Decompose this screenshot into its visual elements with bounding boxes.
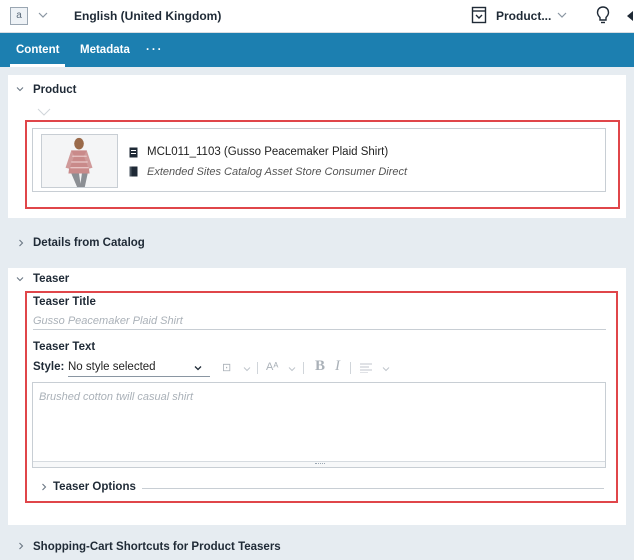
language-flag-icon[interactable]: a — [10, 7, 28, 25]
style-select-underline — [68, 376, 210, 377]
chevron-down-icon[interactable] — [243, 365, 251, 373]
teaser-title-underline — [33, 329, 606, 330]
details-panel: Details from Catalog — [8, 226, 626, 260]
teaser-title-input[interactable]: Gusso Peacemaker Plaid Shirt — [33, 315, 183, 327]
lightbulb-icon[interactable] — [595, 5, 611, 25]
chevron-down-icon — [16, 277, 24, 282]
details-section-title: Details from Catalog — [33, 237, 145, 249]
details-panel-header[interactable]: Details from Catalog — [8, 226, 626, 252]
product-doc-icon[interactable] — [471, 6, 487, 24]
product-name: MCL011_1103 (Gusso Peacemaker Plaid Shir… — [147, 146, 389, 158]
shortcuts-section-title: Shopping-Cart Shortcuts for Product Teas… — [33, 541, 281, 553]
product-document-icon — [129, 147, 138, 158]
chevron-right-icon[interactable] — [40, 483, 48, 491]
shortcuts-panel-header[interactable]: Shopping-Cart Shortcuts for Product Teas… — [8, 532, 626, 558]
chevron-down-icon[interactable] — [194, 364, 202, 372]
style-label: Style: — [33, 361, 65, 373]
shirt-model-image — [42, 135, 117, 187]
chevron-down-icon[interactable] — [382, 365, 390, 373]
teaser-text-editor[interactable]: Brushed cotton twill casual shirt — [32, 382, 606, 468]
toolbar-separator — [303, 362, 304, 374]
chevron-right-icon — [19, 542, 24, 550]
product-section-title: Product — [33, 84, 77, 96]
italic-icon[interactable]: I — [335, 358, 340, 375]
chevron-down-icon — [16, 87, 24, 92]
tab-metadata[interactable]: Metadata — [80, 33, 130, 67]
teaser-options-toggle[interactable]: Teaser Options — [53, 481, 136, 493]
font-size-icon[interactable]: Aᴬ — [266, 361, 278, 373]
chevron-down-icon[interactable] — [557, 10, 567, 20]
chevron-down-icon[interactable] — [288, 365, 296, 373]
teaser-section-title: Teaser — [33, 273, 70, 285]
caret-left-icon[interactable] — [625, 10, 634, 22]
style-select[interactable]: No style selected — [68, 361, 156, 373]
linked-product-card[interactable]: MCL011_1103 (Gusso Peacemaker Plaid Shir… — [32, 128, 606, 192]
top-toolbar: a English (United Kingdom) Product... — [0, 0, 634, 33]
shortcuts-panel: Shopping-Cart Shortcuts for Product Teas… — [8, 532, 626, 560]
teaser-text-content[interactable]: Brushed cotton twill casual shirt — [39, 391, 193, 403]
insert-box-icon[interactable]: ⊡ — [222, 361, 231, 374]
editor-resize-handle[interactable] — [33, 461, 605, 467]
language-label[interactable]: English (United Kingdom) — [74, 9, 221, 23]
chevron-right-icon — [19, 239, 24, 247]
teaser-text-label: Teaser Text — [33, 341, 96, 353]
tab-bar: Content Metadata ··· — [0, 33, 634, 67]
tab-more-button[interactable]: ··· — [146, 33, 164, 67]
teaser-title-label: Teaser Title — [33, 296, 96, 308]
product-thumbnail — [41, 134, 118, 188]
chevron-down-icon[interactable] — [38, 10, 48, 20]
toolbar-separator — [350, 362, 351, 374]
chevron-down-icon — [37, 108, 51, 116]
product-catalog: Extended Sites Catalog Asset Store Consu… — [147, 166, 408, 178]
bold-icon[interactable]: B — [315, 358, 325, 375]
paragraph-align-icon[interactable] — [360, 363, 372, 373]
teaser-options-divider — [142, 488, 604, 489]
product-panel-header[interactable]: Product — [8, 75, 626, 101]
product-type-label[interactable]: Product... — [496, 9, 551, 23]
tab-content[interactable]: Content — [9, 33, 66, 67]
catalog-icon — [129, 166, 138, 177]
resize-grip-icon[interactable] — [315, 463, 325, 465]
toolbar-separator — [257, 362, 258, 374]
